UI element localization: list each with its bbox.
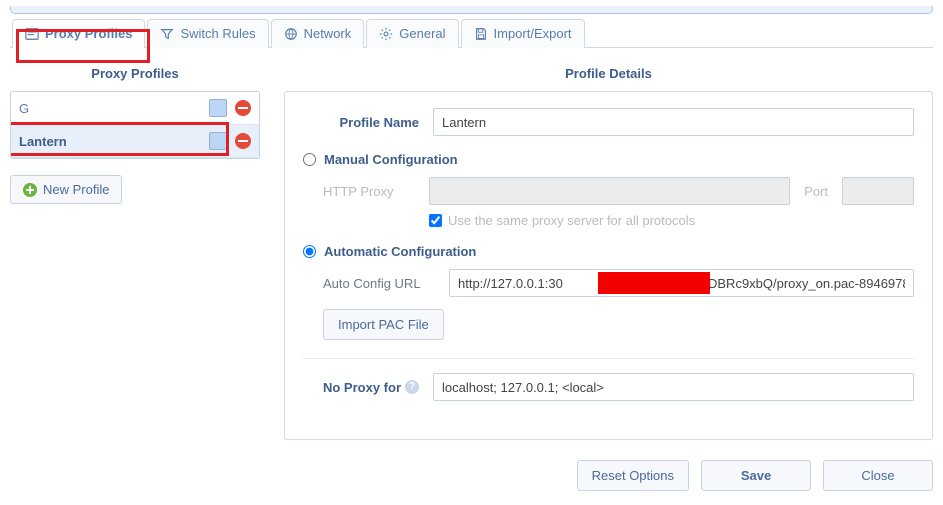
manual-config-label: Manual Configuration [324,152,458,167]
profile-name-input[interactable] [433,108,914,136]
network-icon [284,27,298,41]
tab-network[interactable]: Network [271,19,365,48]
color-swatch[interactable] [209,132,227,150]
port-label: Port [800,184,832,199]
tab-general[interactable]: General [366,19,458,48]
tab-label: Proxy Profiles [45,26,132,41]
delete-icon[interactable] [235,100,251,116]
save-button[interactable]: Save [701,460,811,491]
tab-switch-rules[interactable]: Switch Rules [147,19,268,48]
help-icon[interactable]: ? [405,380,419,394]
profile-row[interactable]: G [11,92,259,125]
delete-icon[interactable] [235,133,251,149]
profile-details-panel: Profile Name Manual Configuration HTTP P… [284,91,933,440]
new-profile-button[interactable]: New Profile [10,175,122,204]
profiles-list: G Lantern [10,91,260,159]
tab-strip: Proxy Profiles Switch Rules Network Gene… [10,18,933,48]
save-icon [474,27,488,41]
top-panel-edge [10,6,933,14]
section-divider [303,358,914,359]
profile-name: Lantern [19,134,67,149]
manual-config-radio[interactable] [303,153,316,166]
tab-proxy-profiles[interactable]: Proxy Profiles [12,19,145,48]
footer-buttons: Reset Options Save Close [284,460,933,491]
no-proxy-input[interactable] [433,373,914,401]
tab-label: Switch Rules [180,26,255,41]
tab-label: Network [304,26,352,41]
same-proxy-label: Use the same proxy server for all protoc… [448,213,695,228]
automatic-config-label: Automatic Configuration [324,244,476,259]
automatic-config-radio[interactable] [303,245,316,258]
http-proxy-host-input[interactable] [429,177,790,205]
profile-name-label: Profile Name [303,115,419,130]
auto-config-url-label: Auto Config URL [323,276,439,291]
filter-icon [160,27,174,41]
close-button[interactable]: Close [823,460,933,491]
button-label: New Profile [43,182,109,197]
profile-name: G [19,101,29,116]
tab-import-export[interactable]: Import/Export [461,19,585,48]
http-proxy-port-input[interactable] [842,177,914,205]
profiles-icon [25,27,39,41]
plus-icon [23,183,37,197]
import-pac-button[interactable]: Import PAC File [323,309,444,340]
tab-label: General [399,26,445,41]
http-proxy-label: HTTP Proxy [323,184,419,199]
color-swatch[interactable] [209,99,227,117]
no-proxy-label-wrap: No Proxy for ? [303,380,419,395]
reset-options-button[interactable]: Reset Options [577,460,689,491]
profile-details-title: Profile Details [284,66,933,81]
no-proxy-label: No Proxy for [323,380,401,395]
same-proxy-checkbox[interactable] [429,214,442,227]
auto-config-url-input[interactable] [449,269,914,297]
profile-row[interactable]: Lantern [11,125,259,158]
profiles-list-title: Proxy Profiles [10,66,260,81]
tab-label: Import/Export [494,26,572,41]
gear-icon [379,27,393,41]
